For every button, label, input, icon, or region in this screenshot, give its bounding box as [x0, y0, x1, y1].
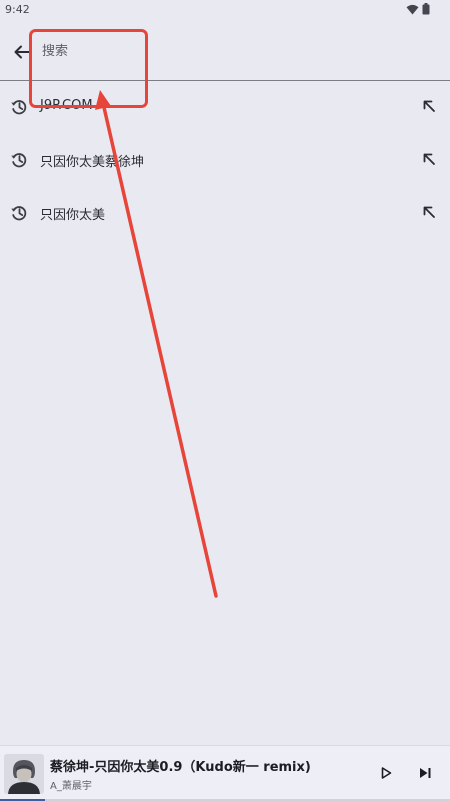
fill-query-button[interactable] — [420, 203, 438, 221]
mini-player[interactable]: 蔡徐坤-只因你太美0.9（Kudo新一 remix) A_萧晨宇 — [0, 745, 450, 801]
search-history-list: J9P.COM 只因你太美蔡徐坤 只因你太美 — [0, 80, 450, 239]
back-button[interactable] — [8, 38, 36, 66]
track-artist: A_萧晨宇 — [50, 781, 92, 792]
history-item-label: J9P.COM — [40, 98, 93, 113]
history-item[interactable]: 只因你太美蔡徐坤 — [0, 133, 450, 186]
arrow-up-left-icon — [423, 153, 435, 165]
history-icon — [11, 100, 27, 115]
skip-next-icon — [420, 768, 431, 778]
next-track-button[interactable] — [415, 763, 435, 783]
history-icon — [11, 206, 27, 221]
fill-query-button[interactable] — [420, 150, 438, 168]
status-icons — [406, 3, 430, 15]
album-art-icon — [4, 754, 44, 794]
search-bar — [0, 28, 450, 81]
status-time: 9:42 — [5, 3, 30, 16]
play-icon — [381, 767, 392, 779]
status-bar: 9:42 — [0, 0, 450, 20]
album-cover[interactable] — [4, 754, 44, 794]
battery-icon — [422, 3, 430, 15]
fill-query-button[interactable] — [420, 97, 438, 115]
history-item[interactable]: J9P.COM — [0, 80, 450, 133]
history-item-label: 只因你太美 — [40, 208, 106, 223]
play-button[interactable] — [376, 763, 396, 783]
arrow-up-left-icon — [423, 100, 435, 112]
history-item[interactable]: 只因你太美 — [0, 186, 450, 239]
history-item-label: 只因你太美蔡徐坤 — [40, 155, 145, 170]
search-input[interactable] — [42, 40, 422, 62]
history-icon — [11, 153, 27, 168]
wifi-icon — [406, 4, 419, 14]
track-title: 蔡徐坤-只因你太美0.9（Kudo新一 remix) — [50, 760, 311, 775]
arrow-up-left-icon — [423, 206, 435, 218]
arrow-back-icon — [14, 45, 30, 59]
